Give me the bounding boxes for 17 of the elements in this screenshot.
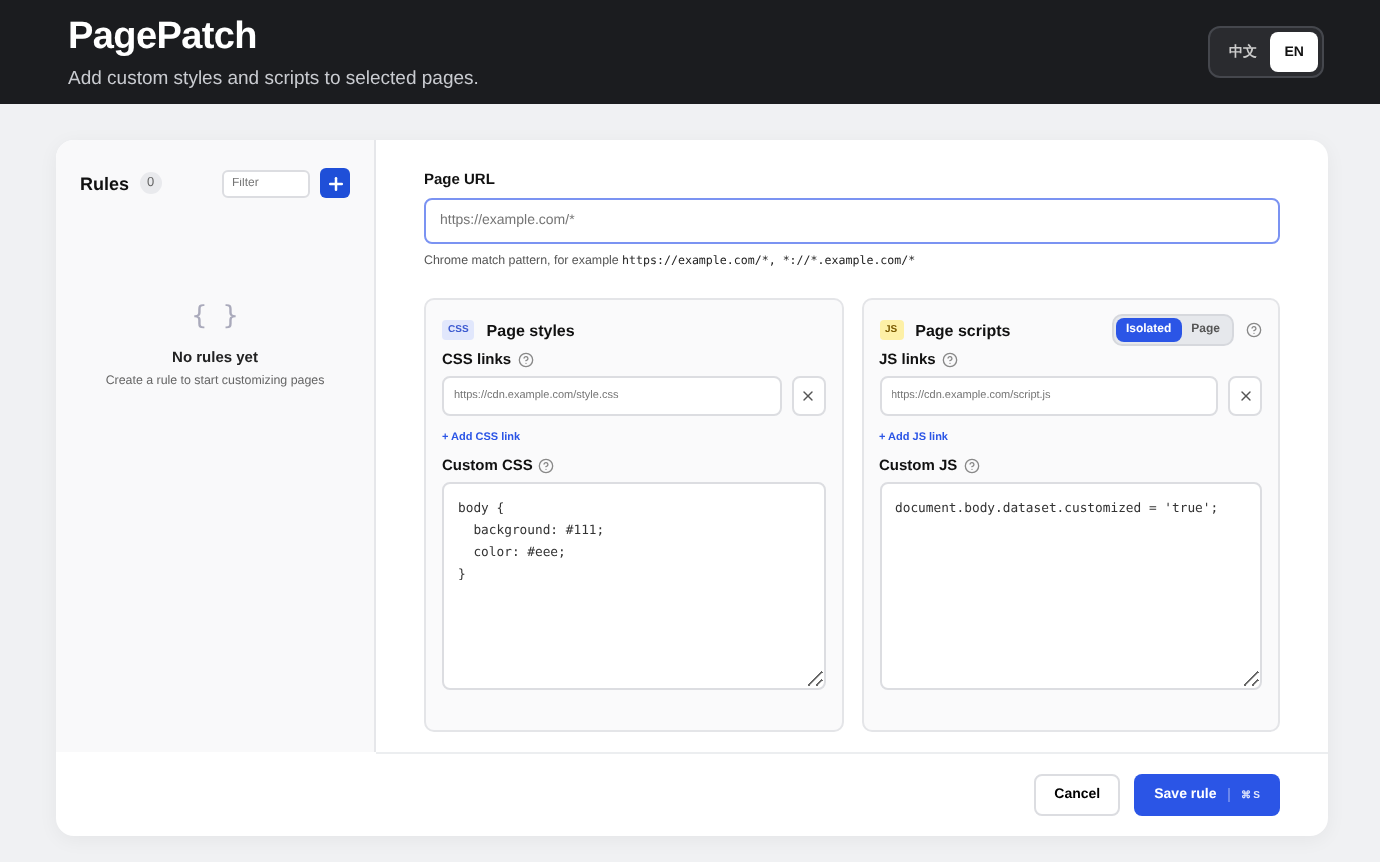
- help-icon[interactable]: [517, 351, 534, 367]
- add-rule-button[interactable]: [320, 168, 350, 198]
- remove-link-button[interactable]: [791, 376, 825, 416]
- help-icon[interactable]: [963, 457, 980, 473]
- help-icon[interactable]: [941, 351, 958, 367]
- braces-icon: { }: [191, 302, 239, 332]
- close-icon: [1237, 388, 1253, 404]
- help-icon[interactable]: [538, 457, 555, 473]
- remove-link-button[interactable]: [1228, 376, 1262, 416]
- close-icon: [800, 388, 816, 404]
- app-subtitle: Add custom styles and scripts to selected pages.: [68, 67, 479, 89]
- app-title: PagePatch: [68, 15, 259, 59]
- panel-title: Page scripts: [915, 321, 1011, 339]
- rules-title: Rules: [80, 173, 130, 193]
- plus-icon: [325, 173, 345, 193]
- help-icon[interactable]: [1246, 322, 1262, 338]
- panel-title: Page styles: [486, 321, 575, 339]
